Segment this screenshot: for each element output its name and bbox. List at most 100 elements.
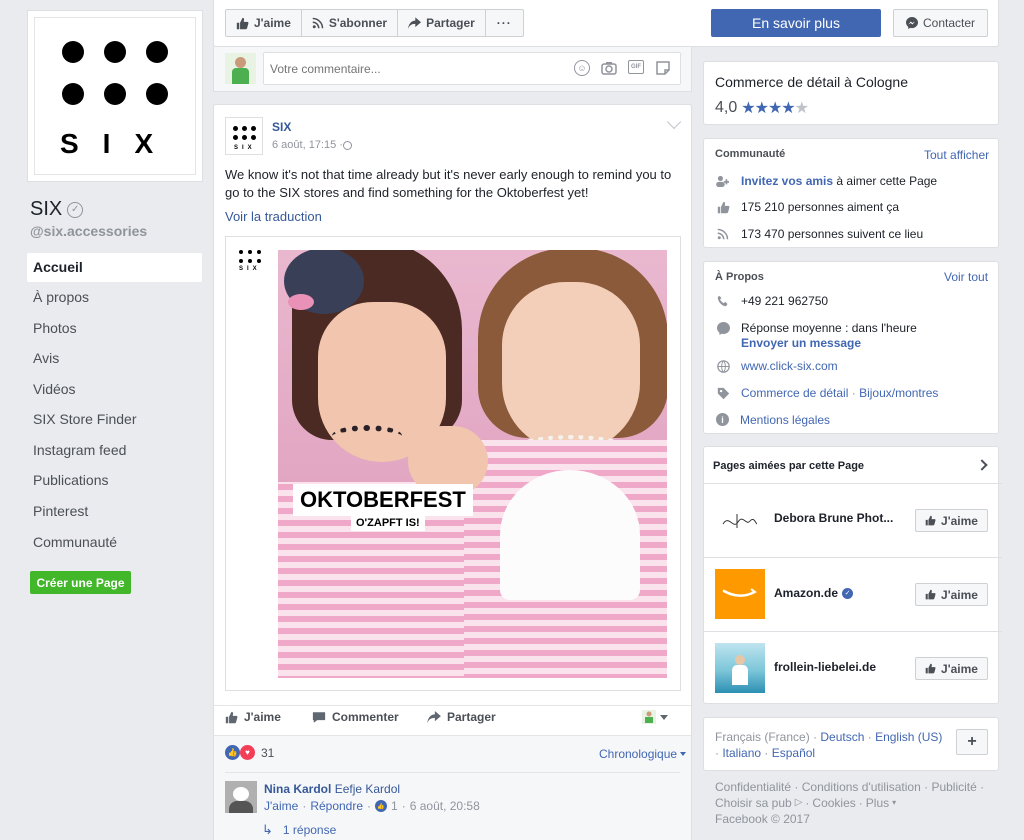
learn-more-button[interactable]: En savoir plus [711,9,881,37]
sticker-icon[interactable] [655,60,671,76]
post-author-avatar[interactable]: SIX [225,117,263,155]
liked-page-name[interactable]: Debora Brune Phot... [774,511,893,525]
commenter-avatar[interactable] [225,781,257,813]
profile-picture[interactable]: SIX [27,10,203,182]
reaction-count[interactable]: 31 [261,746,274,760]
chevron-right-icon[interactable] [976,459,988,471]
like-page-button[interactable]: J'aime [226,10,302,36]
sidebar-item-publications[interactable]: Publications [27,466,202,495]
comment-author[interactable]: Nina Kardol [264,782,331,796]
view-replies-link[interactable]: 1 réponse [283,823,336,837]
footer-ads[interactable]: Publicité [931,780,976,794]
comment-sort-selector[interactable]: Chronologique [599,747,687,761]
messenger-icon [716,321,730,335]
comment-like-link[interactable]: J'aime [264,799,298,813]
sidebar-item-accueil[interactable]: Accueil [27,253,202,282]
liked-page-name[interactable]: frollein-liebelei.de [774,660,876,674]
sidebar-item-apropos[interactable]: À propos [27,283,202,312]
caret-down-icon [660,714,668,720]
footer-more[interactable]: Plus [866,795,889,811]
post-date[interactable]: 6 août, 17:15 · [272,139,343,151]
liked-page-like-button[interactable]: J'aime [915,583,988,606]
page-action-bar: J'aime S'abonner Partager ··· En savoir … [213,0,999,47]
liked-page-like-button[interactable]: J'aime [915,509,988,532]
footer-cookies[interactable]: Cookies [812,795,855,811]
post-like-button[interactable]: J'aime [225,710,281,724]
likes-count[interactable]: 175 210 personnes aiment ça [741,200,899,214]
comment-reply-link[interactable]: Répondre [310,799,363,813]
comment-date[interactable]: 6 août, 20:58 [410,799,480,813]
language-deutsch[interactable]: Deutsch [820,730,864,744]
liked-pages-title[interactable]: Pages aimées par cette Page [713,460,864,472]
language-current: Français (France) [715,730,810,744]
response-time: Réponse moyenne : dans l'heure [741,321,917,335]
community-title: Communauté [715,148,786,160]
tag-icon [716,386,730,400]
user-avatar[interactable] [225,53,256,84]
category-link-jewelry[interactable]: Bijoux/montres [859,386,938,400]
thumbs-up-icon [925,663,936,674]
create-page-button[interactable]: Créer une Page [30,571,131,594]
footer-adchoices[interactable]: Choisir sa pub [715,795,792,811]
footer-copyright: Facebook © 2017 [715,812,810,826]
liked-page-name[interactable]: Amazon.de [774,586,838,600]
phone-icon [716,294,730,308]
footer-terms[interactable]: Conditions d'utilisation [802,780,921,794]
post-options-chevron-icon[interactable] [666,114,682,130]
rating-stars[interactable]: ★★★★★ [741,98,809,118]
rss-icon [312,17,324,29]
language-italiano[interactable]: Italiano [722,746,761,760]
more-button[interactable]: ··· [486,10,523,36]
debora-brune-logo[interactable] [715,496,765,546]
phone-number[interactable]: +49 221 962750 [741,294,828,308]
liked-page-like-button[interactable]: J'aime [915,657,988,680]
community-see-all[interactable]: Tout afficher [924,148,989,162]
sidebar-item-pinterest[interactable]: Pinterest [27,497,202,526]
love-reaction-icon[interactable]: ♥ [240,745,255,760]
page-username: @six.accessories [30,223,148,239]
follows-count[interactable]: 173 470 personnes suivent ce lieu [741,227,923,241]
add-language-button[interactable]: + [956,729,988,755]
emoji-icon[interactable]: ☺ [574,60,590,76]
sidebar-item-avis[interactable]: Avis [27,344,202,373]
post-as-selector[interactable] [642,710,668,724]
sidebar-item-videos[interactable]: Vidéos [27,375,202,404]
six-logo-dots [62,41,168,105]
subscribe-button[interactable]: S'abonner [302,10,399,36]
image-photo [278,250,667,678]
like-reaction-icon[interactable]: 👍 [225,745,240,760]
thumbs-up-icon [925,515,936,526]
website-link[interactable]: www.click-six.com [741,359,838,373]
caret-down-icon [680,752,687,756]
frollein-liebelei-photo[interactable] [715,643,765,693]
send-message-link[interactable]: Envoyer un message [741,336,861,350]
invite-friends-link[interactable]: Invitez vos amis [741,174,833,188]
post-share-button[interactable]: Partager [427,710,496,724]
footer-privacy[interactable]: Confidentialité [715,780,791,794]
sidebar-item-photos[interactable]: Photos [27,314,202,343]
post-comment-button[interactable]: Commenter [312,710,399,724]
comment-like-count[interactable]: 1 [391,799,398,813]
post-author-name[interactable]: SIX [272,120,291,134]
about-title: À Propos [715,271,764,283]
thumbs-up-icon [716,200,730,214]
camera-icon[interactable] [601,60,617,76]
language-english[interactable]: English (US) [875,730,942,744]
comment-tag[interactable]: Eefje Kardol [335,782,400,796]
post-image[interactable]: SIX OKTOBERFEST O'ZAPFT IS! [225,236,681,691]
sidebar-item-store-finder[interactable]: SIX Store Finder [27,405,202,434]
gif-icon[interactable]: GIF [628,60,644,74]
share-page-button[interactable]: Partager [398,10,486,36]
language-espanol[interactable]: Español [772,746,815,760]
sidebar-item-communaute[interactable]: Communauté [27,528,202,557]
post-text: We know it's not that time already but i… [225,167,672,200]
image-six-logo: SIX [239,250,261,272]
share-arrow-icon [408,17,422,29]
legal-notice-link[interactable]: Mentions légales [740,413,830,427]
amazon-logo[interactable] [715,569,765,619]
sidebar-item-instagram[interactable]: Instagram feed [27,436,202,465]
about-see-all[interactable]: Voir tout [944,270,988,284]
see-translation-link[interactable]: Voir la traduction [225,209,322,224]
contact-button[interactable]: Contacter [893,9,988,37]
category-link-retail[interactable]: Commerce de détail [741,386,848,400]
